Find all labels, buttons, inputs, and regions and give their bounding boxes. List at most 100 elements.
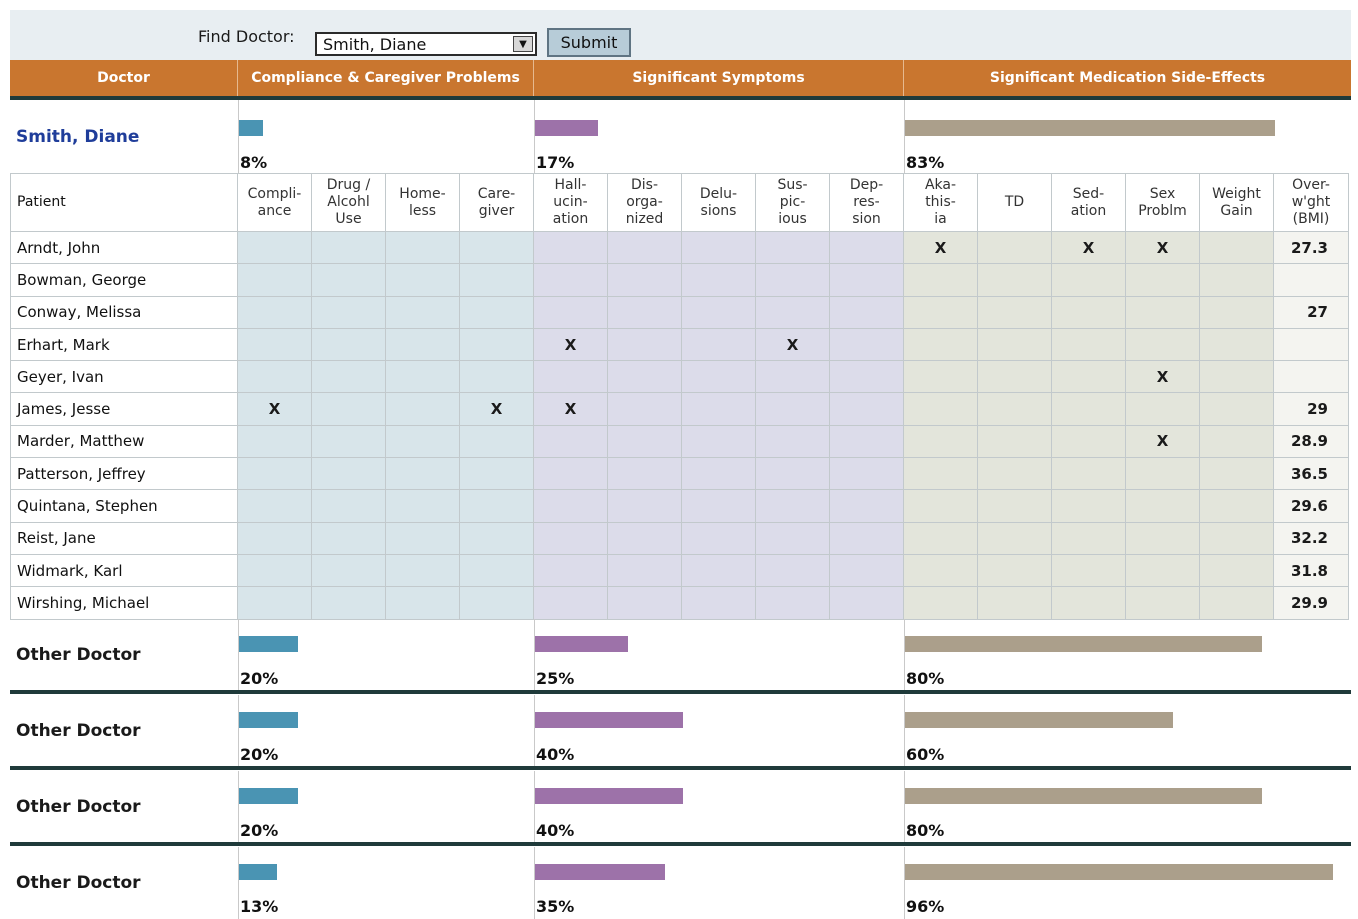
cell-disorganized (607, 424, 682, 459)
column-divider (534, 695, 535, 767)
table-row[interactable]: Marder, Matthew X 28.9 (10, 424, 1349, 459)
column-divider (904, 619, 905, 691)
symptoms-percent: 40% (536, 821, 575, 840)
cell-akathisia (903, 424, 978, 459)
bmi-value: 27.3 (1273, 230, 1349, 265)
cell-weight (1199, 586, 1274, 620)
patient-name[interactable]: Reist, Jane (10, 521, 238, 555)
cell-disorganized (607, 360, 682, 394)
cell-sedation (1051, 489, 1126, 523)
cell-drug (311, 553, 386, 588)
chevron-down-icon[interactable]: ▼ (513, 36, 533, 52)
table-row[interactable]: Quintana, Stephen 29.6 (10, 489, 1349, 523)
cell-td (977, 553, 1052, 588)
cell-depression (829, 230, 904, 265)
cell-drug (311, 521, 386, 555)
compliance-bar (239, 864, 277, 880)
other-doctor-name[interactable]: Other Doctor (16, 721, 141, 741)
table-row[interactable]: Conway, Melissa 27 (10, 295, 1349, 329)
cell-suspicious (755, 360, 830, 394)
header-compliance: Compliance & Caregiver Problems (238, 60, 534, 96)
doctor-select[interactable]: Smith, Diane ▼ (315, 32, 537, 56)
cell-disorganized (607, 489, 682, 523)
cell-suspicious (755, 521, 830, 555)
patient-name[interactable]: Geyer, Ivan (10, 360, 238, 394)
cell-weight (1199, 263, 1274, 297)
cell-akathisia (903, 360, 978, 394)
table-row[interactable]: Widmark, Karl 31.8 (10, 553, 1349, 588)
other-doctor-name[interactable]: Other Doctor (16, 797, 141, 817)
cell-depression (829, 424, 904, 459)
cell-sedation (1051, 457, 1126, 491)
column-divider (534, 771, 535, 843)
cell-td (977, 521, 1052, 555)
side-effects-bar (905, 120, 1275, 136)
cell-depression (829, 360, 904, 394)
cell-akathisia (903, 392, 978, 426)
cell-weight (1199, 392, 1274, 426)
cell-akathisia (903, 489, 978, 523)
cell-drug (311, 424, 386, 459)
patient-name[interactable]: Conway, Melissa (10, 295, 238, 329)
bmi-value (1273, 360, 1349, 394)
cell-td (977, 360, 1052, 394)
cell-weight (1199, 521, 1274, 555)
table-row[interactable]: Bowman, George (10, 263, 1349, 297)
cell-depression (829, 489, 904, 523)
bmi-value (1273, 327, 1349, 362)
cell-delusions (681, 230, 756, 265)
patient-name[interactable]: Wirshing, Michael (10, 586, 238, 620)
column-divider (238, 100, 239, 173)
cell-hallucination: X (533, 327, 608, 362)
symptoms-bar (535, 788, 683, 804)
column-header-disorganized: Dis- orga- nized (607, 173, 682, 232)
cell-td (977, 457, 1052, 491)
cell-compliance (237, 586, 312, 620)
cell-caregiver (459, 263, 534, 297)
patient-name[interactable]: James, Jesse (10, 392, 238, 426)
cell-sex (1125, 489, 1200, 523)
cell-caregiver (459, 521, 534, 555)
bmi-value: 28.9 (1273, 424, 1349, 459)
cell-caregiver (459, 489, 534, 523)
column-header-sedation: Sed- ation (1051, 173, 1126, 232)
table-row[interactable]: Wirshing, Michael 29.9 (10, 586, 1349, 620)
table-row[interactable]: Arndt, John X X X 27.3 (10, 230, 1349, 265)
cell-compliance (237, 521, 312, 555)
cell-weight (1199, 360, 1274, 394)
column-divider (238, 771, 239, 843)
bmi-value: 36.5 (1273, 457, 1349, 491)
submit-button[interactable]: Submit (547, 28, 631, 57)
bmi-value (1273, 263, 1349, 297)
patient-name[interactable]: Quintana, Stephen (10, 489, 238, 523)
patient-name[interactable]: Erhart, Mark (10, 327, 238, 362)
cell-weight (1199, 553, 1274, 588)
cell-depression (829, 553, 904, 588)
side-effects-percent: 80% (906, 821, 945, 840)
patient-name[interactable]: Arndt, John (10, 230, 238, 265)
table-row[interactable]: Erhart, Mark X X (10, 327, 1349, 362)
patient-table-header: Patient Compli- ance Drug / Alcohl Use Home… (10, 173, 1349, 232)
table-row[interactable]: Patterson, Jeffrey 36.5 (10, 457, 1349, 491)
other-doctor-name[interactable]: Other Doctor (16, 873, 141, 893)
doctor-report-page: Find Doctor: Smith, Diane ▼ Submit Docto… (0, 0, 1358, 919)
cell-disorganized (607, 263, 682, 297)
patient-name[interactable]: Patterson, Jeffrey (10, 457, 238, 491)
table-row[interactable]: Reist, Jane 32.2 (10, 521, 1349, 555)
cell-suspicious (755, 553, 830, 588)
patient-name[interactable]: Bowman, George (10, 263, 238, 297)
patient-name[interactable]: Marder, Matthew (10, 424, 238, 459)
compliance-percent: 20% (240, 821, 279, 840)
table-row[interactable]: James, Jesse X X X 29 (10, 392, 1349, 426)
other-doctor-name[interactable]: Other Doctor (16, 645, 141, 665)
side-effects-percent: 80% (906, 669, 945, 688)
cell-depression (829, 263, 904, 297)
patient-name[interactable]: Widmark, Karl (10, 553, 238, 588)
cell-weight (1199, 489, 1274, 523)
other-doctor-row: Other Doctor 20% 25% 80% (10, 619, 1351, 691)
cell-sex: X (1125, 360, 1200, 394)
cell-depression (829, 521, 904, 555)
cell-sedation (1051, 521, 1126, 555)
table-row[interactable]: Geyer, Ivan X (10, 360, 1349, 394)
current-doctor-name[interactable]: Smith, Diane (16, 127, 139, 147)
